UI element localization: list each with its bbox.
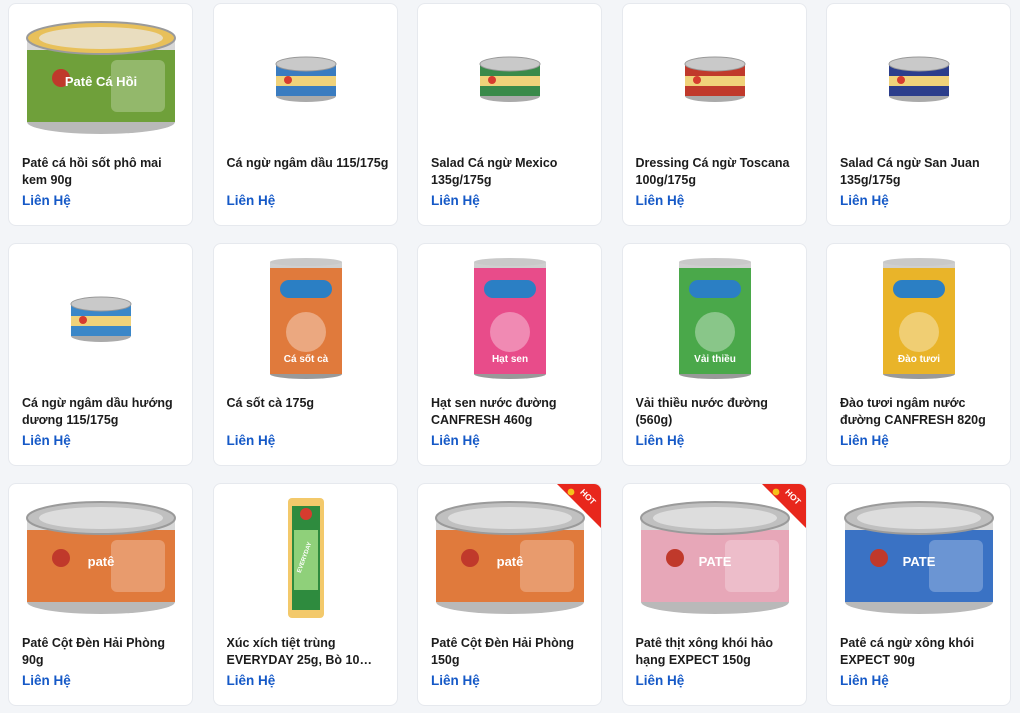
product-card[interactable]: Cá sốt cà Cá sốt cà 175g Liên Hệ [212, 243, 398, 466]
product-name[interactable]: Patê thịt xông khói hảo hạng EXPECT 150g [636, 635, 798, 669]
contact-price-link[interactable]: Liên Hệ [636, 433, 685, 448]
contact-price-link[interactable]: Liên Hệ [22, 433, 71, 448]
fish-tomato-can-icon[interactable]: Cá sốt cà [226, 256, 386, 380]
contact-price-link[interactable]: Liên Hệ [840, 433, 889, 448]
product-card[interactable]: patê Patê Cột Đèn Hải Phòng 90g Liên Hệ [8, 483, 193, 706]
product-card[interactable]: Đào tươi Đào tươi ngâm nước đường CANFRE… [826, 243, 1011, 466]
contact-price-link[interactable]: Liên Hệ [636, 673, 685, 688]
product-grid: Patê Cá Hồi Patê cá hồi sốt phô mai kem 9… [8, 3, 1011, 706]
contact-price-link[interactable]: Liên Hệ [227, 433, 276, 448]
product-name[interactable]: Cá ngừ ngâm dầu hướng dương 115/175g [22, 395, 184, 429]
hot-badge: HOT [750, 484, 806, 540]
can-label-text: patê [497, 554, 524, 569]
tuna-oil-can-icon[interactable] [226, 16, 386, 140]
contact-price-link[interactable]: Liên Hệ [840, 193, 889, 208]
contact-price-link[interactable]: Liên Hệ [227, 673, 276, 688]
can-label-text: PATE [698, 554, 731, 569]
product-card[interactable]: Vải thiều Vải thiều nước đường (560g) Liê… [621, 243, 807, 466]
product-name[interactable]: Đào tươi ngâm nước đường CANFRESH 820g [840, 395, 1002, 429]
product-name[interactable]: Dressing Cá ngừ Toscana 100g/175g [636, 155, 798, 189]
product-name[interactable]: Vải thiều nước đường (560g) [636, 395, 798, 429]
can-label-text: Hạt sen [492, 354, 528, 365]
product-name[interactable]: Xúc xích tiệt trùng EVERYDAY 25g, Bò 10 … [227, 635, 389, 669]
product-card[interactable]: patê HOT Patê Cột Đèn Hải Phòng 150g Liên… [417, 483, 602, 706]
product-card[interactable]: PATE HOT Patê thịt xông khói hảo hạng EX… [621, 483, 807, 706]
contact-price-link[interactable]: Liên Hệ [431, 673, 480, 688]
can-label-text: Đào tươi [898, 354, 940, 365]
contact-price-link[interactable]: Liên Hệ [22, 193, 71, 208]
product-name[interactable]: Patê Cột Đèn Hải Phòng 90g [22, 635, 184, 669]
product-name[interactable]: Salad Cá ngừ Mexico 135g/175g [431, 155, 593, 189]
can-label-text: patê [88, 554, 115, 569]
tuna-sunflower-can-icon[interactable] [21, 256, 181, 380]
contact-price-link[interactable]: Liên Hệ [22, 673, 71, 688]
lychee-can-icon[interactable]: Vải thiều [635, 256, 795, 380]
product-name[interactable]: Patê Cột Đèn Hải Phòng 150g [431, 635, 593, 669]
product-name[interactable]: Patê cá hồi sốt phô mai kem 90g [22, 155, 184, 189]
lotus-seed-can-icon[interactable]: Hạt sen [430, 256, 590, 380]
tuna-salad-sanjuan-can-icon[interactable] [839, 16, 999, 140]
contact-price-link[interactable]: Liên Hệ [227, 193, 276, 208]
product-card[interactable]: Hạt sen Hạt sen nước đường CANFRESH 460g… [417, 243, 602, 466]
product-card[interactable]: Dressing Cá ngừ Toscana 100g/175g Liên Hệ [621, 3, 807, 226]
can-label-text: PATE [903, 554, 936, 569]
pate-hai-phong-can-icon[interactable]: patê [21, 496, 181, 620]
pate-salmon-can-icon[interactable]: Patê Cá Hồi [21, 16, 181, 140]
product-name[interactable]: Salad Cá ngừ San Juan 135g/175g [840, 155, 1002, 189]
contact-price-link[interactable]: Liên Hệ [431, 433, 480, 448]
product-card[interactable]: PATE Patê cá ngừ xông khói EXPECT 90g Liên… [826, 483, 1011, 706]
contact-price-link[interactable]: Liên Hệ [840, 673, 889, 688]
product-card[interactable]: Salad Cá ngừ Mexico 135g/175g Liên Hệ [417, 3, 602, 226]
tuna-salad-mexico-can-icon[interactable] [430, 16, 590, 140]
hot-badge: HOT [545, 484, 601, 540]
product-card[interactable]: EVERYDAY Xúc xích tiệt trùng EVERYDAY 25… [212, 483, 398, 706]
tuna-dressing-toscana-can-icon[interactable] [635, 16, 795, 140]
sausage-pack-icon[interactable]: EVERYDAY [226, 496, 386, 620]
product-name[interactable]: Cá sốt cà 175g [227, 395, 389, 412]
contact-price-link[interactable]: Liên Hệ [636, 193, 685, 208]
product-card[interactable]: Salad Cá ngừ San Juan 135g/175g Liên Hệ [826, 3, 1011, 226]
pate-tuna-smoked-can-icon[interactable]: PATE [839, 496, 999, 620]
product-card[interactable]: Cá ngừ ngâm dầu 115/175g Liên Hệ [212, 3, 398, 226]
product-card[interactable]: Patê Cá Hồi Patê cá hồi sốt phô mai kem 9… [8, 3, 193, 226]
peach-can-icon[interactable]: Đào tươi [839, 256, 999, 380]
contact-price-link[interactable]: Liên Hệ [431, 193, 480, 208]
product-name[interactable]: Hạt sen nước đường CANFRESH 460g [431, 395, 593, 429]
can-label-text: Patê Cá Hồi [65, 74, 137, 89]
can-label-text: Vải thiều [694, 353, 736, 365]
can-label-text: Cá sốt cà [283, 353, 328, 365]
product-name[interactable]: Cá ngừ ngâm dầu 115/175g [227, 155, 389, 172]
product-card[interactable]: Cá ngừ ngâm dầu hướng dương 115/175g Liên… [8, 243, 193, 466]
product-name[interactable]: Patê cá ngừ xông khói EXPECT 90g [840, 635, 1002, 669]
